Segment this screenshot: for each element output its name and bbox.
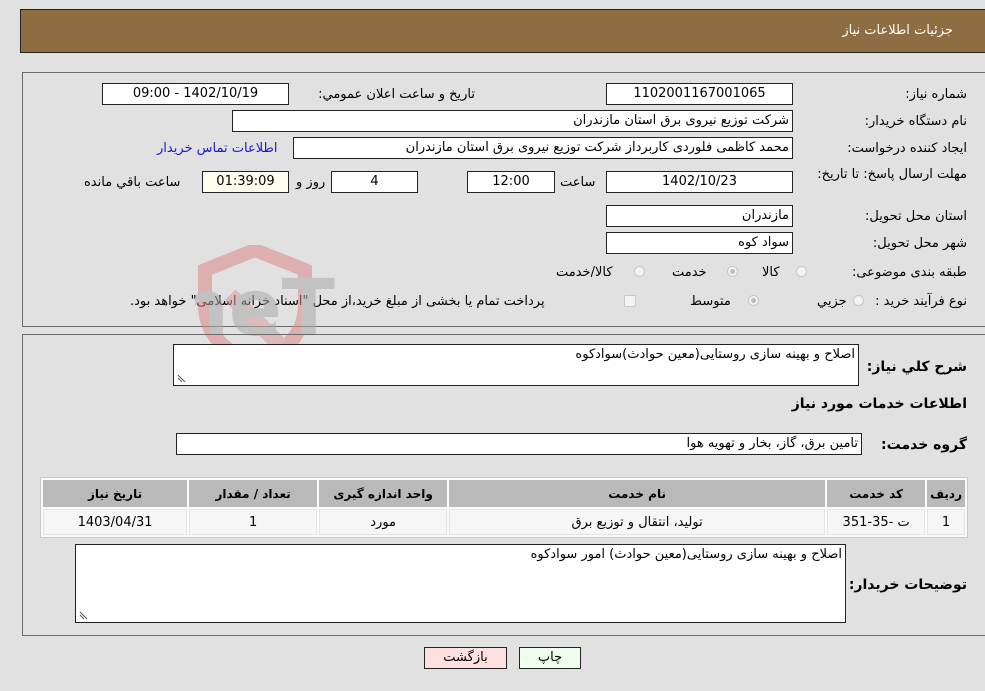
deadline-time-label: ساعت (560, 175, 596, 190)
province-field[interactable]: مازندران (606, 205, 793, 227)
services-heading: اطلاعات خدمات مورد نياز (791, 396, 967, 412)
service-group-field[interactable]: تامین برق، گاز، بخار و تهویه هوا (176, 433, 862, 455)
category-option-goods: کالا (762, 265, 780, 280)
deadline-time-field[interactable]: 12:00 (467, 171, 555, 193)
print-button[interactable]: چاپ (519, 647, 581, 669)
back-button[interactable]: بازگشت (424, 647, 507, 669)
resize-handle-icon[interactable] (177, 374, 186, 383)
buyer-org-field[interactable]: شرکت توزیع نیروی برق استان مازندران (232, 110, 793, 132)
category-label: طبقه بندی موضوعی: (851, 265, 967, 280)
cell-need-date: 1403/04/31 (43, 509, 188, 535)
announce-datetime-field[interactable]: 1402/10/19 - 09:00 (102, 83, 289, 105)
service-group-label: گروه خدمت: (881, 437, 967, 453)
cell-service-name: تولید، انتقال و توزیع برق (449, 509, 826, 535)
purchase-radio-minor[interactable] (853, 295, 864, 306)
col-header-unit: واحد اندازه گيری (319, 480, 448, 507)
description-text: اصلاح و بهینه سازی روستایی(معین حوادث)سو… (575, 347, 855, 362)
time-remaining-label: ساعت باقي مانده (84, 175, 181, 190)
days-label: روز و (296, 175, 326, 190)
cell-service-code: ت -35-351 (827, 509, 926, 535)
table-row: 1 ت -35-351 تولید، انتقال و توزیع برق مو… (43, 509, 965, 535)
announce-datetime-label: تاریخ و ساعت اعلان عمومي: (318, 87, 475, 102)
cell-row-number: 1 (927, 509, 965, 535)
col-header-quantity: تعداد / مقدار (189, 480, 318, 507)
buyer-notes-text: اصلاح و بهینه سازی روستایی(معین حوادث) ا… (530, 547, 842, 562)
requester-label: ایجاد کننده درخواست: (847, 141, 967, 156)
purchase-type-label: نوع فرآیند خرید : (875, 294, 967, 309)
category-radio-goods-service[interactable] (634, 266, 645, 277)
treasury-checkbox-label: پرداخت تمام یا بخشی از مبلغ خرید،از محل … (130, 294, 545, 309)
buyer-notes-label: توضيحات خريدار: (848, 577, 967, 593)
category-radio-goods[interactable] (796, 266, 807, 277)
col-header-row-number: رديف (927, 480, 965, 507)
description-textarea[interactable]: اصلاح و بهینه سازی روستایی(معین حوادث)سو… (173, 344, 859, 386)
cell-unit: مورد (319, 509, 448, 535)
days-remaining-field[interactable]: 4 (331, 171, 418, 193)
province-label: استان محل تحویل: (865, 209, 967, 224)
page-header: جزئیات اطلاعات نیاز (20, 9, 985, 53)
col-header-service-name: نام خدمت (449, 480, 826, 507)
table-header-row: رديف کد خدمت نام خدمت واحد اندازه گيری ت… (43, 480, 965, 507)
col-header-service-code: کد خدمت (827, 480, 926, 507)
resize-handle-icon[interactable] (79, 611, 88, 620)
treasury-checkbox[interactable] (624, 295, 636, 307)
category-radio-service[interactable] (727, 266, 738, 277)
col-header-need-date: تاريخ نياز (43, 480, 188, 507)
time-remaining-field: 01:39:09 (202, 171, 289, 193)
category-option-service: خدمت (672, 265, 707, 280)
purchase-option-medium: متوسط (690, 294, 731, 309)
category-option-goods-service: کالا/خدمت (556, 265, 613, 280)
deadline-label: مهلت ارسال پاسخ: تا تاریخ: (817, 167, 967, 182)
buyer-notes-textarea[interactable]: اصلاح و بهینه سازی روستایی(معین حوادث) ا… (75, 544, 846, 623)
need-number-label: شماره نیاز: (905, 87, 967, 102)
city-field[interactable]: سواد کوه (606, 232, 793, 254)
page-title: جزئیات اطلاعات نیاز (842, 23, 953, 38)
need-number-field[interactable]: 1102001167001065 (606, 83, 793, 105)
deadline-date-field[interactable]: 1402/10/23 (606, 171, 793, 193)
purchase-option-minor: جزيي (817, 294, 847, 309)
requester-field[interactable]: محمد کاظمی فلوردی کاربرداز شرکت توزیع نی… (293, 137, 793, 159)
description-label: شرح كلي نياز: (866, 359, 967, 375)
buyer-contact-link[interactable]: اطلاعات تماس خریدار (157, 141, 277, 156)
cell-quantity: 1 (189, 509, 318, 535)
services-table: رديف کد خدمت نام خدمت واحد اندازه گيری ت… (40, 477, 968, 538)
city-label: شهر محل تحویل: (872, 236, 967, 251)
buyer-org-label: نام دستگاه خريدار: (864, 114, 967, 129)
purchase-radio-medium[interactable] (748, 295, 759, 306)
